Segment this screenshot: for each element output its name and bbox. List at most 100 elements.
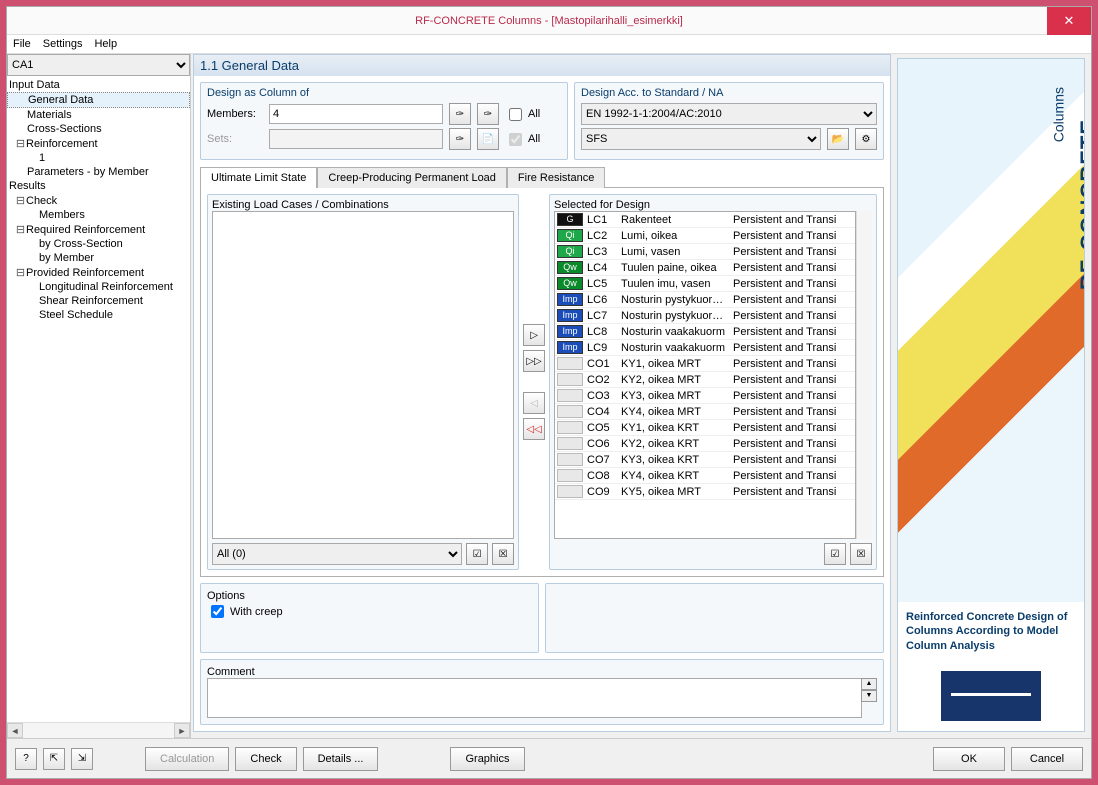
na-select[interactable]: SFS bbox=[581, 128, 821, 150]
loadcase-situation: Persistent and Transi bbox=[733, 422, 853, 434]
table-row[interactable]: ImpLC6Nosturin pystykuorma,Persistent an… bbox=[555, 292, 855, 308]
menu-help[interactable]: Help bbox=[94, 38, 117, 50]
selected-scroll[interactable] bbox=[856, 211, 872, 539]
menu-settings[interactable]: Settings bbox=[43, 38, 83, 50]
loadcase-situation: Persistent and Transi bbox=[733, 342, 853, 354]
table-row[interactable]: CO3KY3, oikea MRTPersistent and Transi bbox=[555, 388, 855, 404]
table-row[interactable]: CO1KY1, oikea MRTPersistent and Transi bbox=[555, 356, 855, 372]
tree-reinforcement[interactable]: ⊟Reinforcement bbox=[7, 136, 190, 151]
tree-materials[interactable]: Materials bbox=[7, 108, 190, 122]
tree-req-cs[interactable]: by Cross-Section bbox=[7, 237, 190, 251]
tree-cross-sections[interactable]: Cross-Sections bbox=[7, 122, 190, 136]
details-button[interactable]: Details ... bbox=[303, 747, 379, 771]
na-settings-icon[interactable]: ⚙ bbox=[855, 128, 877, 150]
nav-tree[interactable]: Input Data General Data Materials Cross-… bbox=[7, 76, 190, 722]
table-row[interactable]: QiLC2Lumi, oikeaPersistent and Transi bbox=[555, 228, 855, 244]
table-row[interactable]: CO7KY3, oikea KRTPersistent and Transi bbox=[555, 452, 855, 468]
footer: ? ⇱ ⇲ Calculation Check Details ... Grap… bbox=[7, 738, 1091, 778]
table-row[interactable]: ImpLC9Nosturin vaakakuormPersistent and … bbox=[555, 340, 855, 356]
check-button[interactable]: Check bbox=[235, 747, 296, 771]
table-row[interactable]: GLC1RakenteetPersistent and Transi bbox=[555, 212, 855, 228]
new-set-icon[interactable]: 📄 bbox=[477, 128, 499, 150]
loadcase-id: LC8 bbox=[587, 326, 621, 338]
table-row[interactable]: QiLC3Lumi, vasenPersistent and Transi bbox=[555, 244, 855, 260]
tree-hscroll[interactable]: ◄► bbox=[7, 722, 190, 738]
table-row[interactable]: CO8KY4, oikea KRTPersistent and Transi bbox=[555, 468, 855, 484]
sets-all-check[interactable]: All bbox=[505, 130, 561, 149]
loadcase-situation: Persistent and Transi bbox=[733, 214, 853, 226]
tree-results[interactable]: Results bbox=[7, 179, 190, 193]
table-row[interactable]: CO4KY4, oikea MRTPersistent and Transi bbox=[555, 404, 855, 420]
tree-check-members[interactable]: Members bbox=[7, 208, 190, 222]
case-selector[interactable]: CA1 bbox=[7, 54, 190, 76]
members-input[interactable] bbox=[269, 104, 443, 124]
import-icon[interactable]: ⇱ bbox=[43, 748, 65, 770]
existing-clear-icon[interactable]: ☒ bbox=[492, 543, 514, 565]
with-creep-check[interactable]: With creep bbox=[207, 602, 532, 621]
pick-members-icon[interactable]: ✑ bbox=[449, 103, 471, 125]
loadcase-situation: Persistent and Transi bbox=[733, 230, 853, 242]
group-options: Options With creep bbox=[200, 583, 539, 653]
pick-members-list-icon[interactable]: ✑ bbox=[477, 103, 499, 125]
table-row[interactable]: QwLC4Tuulen paine, oikeaPersistent and T… bbox=[555, 260, 855, 276]
tree-check[interactable]: ⊟Check bbox=[7, 193, 190, 208]
table-row[interactable]: CO9KY5, oikea MRTPersistent and Transi bbox=[555, 484, 855, 500]
calculation-button[interactable]: Calculation bbox=[145, 747, 229, 771]
tab-fire[interactable]: Fire Resistance bbox=[507, 167, 605, 188]
loadcase-situation: Persistent and Transi bbox=[733, 470, 853, 482]
close-button[interactable]: ✕ bbox=[1047, 7, 1091, 35]
loadcase-tag: G bbox=[557, 213, 583, 226]
loadcase-name: KY3, oikea MRT bbox=[621, 390, 733, 402]
tab-creep[interactable]: Creep-Producing Permanent Load bbox=[317, 167, 507, 188]
move-left-icon[interactable]: ◁ bbox=[523, 392, 545, 414]
tree-prov-shear[interactable]: Shear Reinforcement bbox=[7, 294, 190, 308]
loadcase-tag bbox=[557, 373, 583, 386]
table-row[interactable]: CO2KY2, oikea MRTPersistent and Transi bbox=[555, 372, 855, 388]
members-all-check[interactable]: All bbox=[505, 105, 561, 124]
body: CA1 Input Data General Data Materials Cr… bbox=[7, 54, 1091, 738]
help-icon[interactable]: ? bbox=[15, 748, 37, 770]
loadcase-name: Nosturin vaakakuorm bbox=[621, 342, 733, 354]
tree-parameters[interactable]: Parameters - by Member bbox=[7, 165, 190, 179]
menu-file[interactable]: File bbox=[13, 38, 31, 50]
selected-clear-icon[interactable]: ☒ bbox=[850, 543, 872, 565]
comment-spinner[interactable]: ▲▼ bbox=[861, 678, 877, 718]
table-row[interactable]: QwLC5Tuulen imu, vasenPersistent and Tra… bbox=[555, 276, 855, 292]
tree-required-reinf[interactable]: ⊟Required Reinforcement bbox=[7, 222, 190, 237]
standard-select[interactable]: EN 1992-1-1:2004/AC:2010 bbox=[581, 103, 877, 125]
graphics-button[interactable]: Graphics bbox=[450, 747, 524, 771]
selected-list[interactable]: GLC1RakenteetPersistent and TransiQiLC2L… bbox=[554, 211, 856, 539]
existing-filter[interactable]: All (0) bbox=[212, 543, 462, 565]
app-window: RF-CONCRETE Columns - [Mastopilarihalli_… bbox=[6, 6, 1092, 779]
loadcase-situation: Persistent and Transi bbox=[733, 326, 853, 338]
loadcase-id: LC6 bbox=[587, 294, 621, 306]
table-row[interactable]: ImpLC8Nosturin vaakakuormPersistent and … bbox=[555, 324, 855, 340]
existing-list[interactable] bbox=[212, 211, 514, 539]
move-right-icon[interactable]: ▷ bbox=[523, 324, 545, 346]
na-open-icon[interactable]: 📂 bbox=[827, 128, 849, 150]
tree-prov-long[interactable]: Longitudinal Reinforcement bbox=[7, 280, 190, 294]
tree-general-data[interactable]: General Data bbox=[7, 92, 190, 108]
table-row[interactable]: CO6KY2, oikea KRTPersistent and Transi bbox=[555, 436, 855, 452]
move-all-right-icon[interactable]: ▷▷ bbox=[523, 350, 545, 372]
tree-req-member[interactable]: by Member bbox=[7, 251, 190, 265]
export-icon[interactable]: ⇲ bbox=[71, 748, 93, 770]
comment-textarea[interactable] bbox=[207, 678, 862, 718]
tree-provided-reinf[interactable]: ⊟Provided Reinforcement bbox=[7, 265, 190, 280]
table-row[interactable]: ImpLC7Nosturin pystykuorma,Persistent an… bbox=[555, 308, 855, 324]
ok-button[interactable]: OK bbox=[933, 747, 1005, 771]
table-row[interactable]: CO5KY1, oikea KRTPersistent and Transi bbox=[555, 420, 855, 436]
loadcase-id: LC7 bbox=[587, 310, 621, 322]
pick-sets-icon[interactable]: ✑ bbox=[449, 128, 471, 150]
tree-input-data[interactable]: Input Data bbox=[7, 78, 190, 92]
move-all-left-icon[interactable]: ◁◁ bbox=[523, 418, 545, 440]
existing-apply-icon[interactable]: ☑ bbox=[466, 543, 488, 565]
tree-prov-steel[interactable]: Steel Schedule bbox=[7, 308, 190, 322]
right-sidebar: RF-CONCRETE Columns Reinforced Concrete … bbox=[897, 58, 1085, 732]
cancel-button[interactable]: Cancel bbox=[1011, 747, 1083, 771]
tree-reinforcement-1[interactable]: 1 bbox=[7, 151, 190, 165]
loadcase-name: KY4, oikea KRT bbox=[621, 470, 733, 482]
tab-uls[interactable]: Ultimate Limit State bbox=[200, 167, 317, 188]
group-selected: Selected for Design GLC1RakenteetPersist… bbox=[549, 194, 877, 570]
selected-apply-icon[interactable]: ☑ bbox=[824, 543, 846, 565]
